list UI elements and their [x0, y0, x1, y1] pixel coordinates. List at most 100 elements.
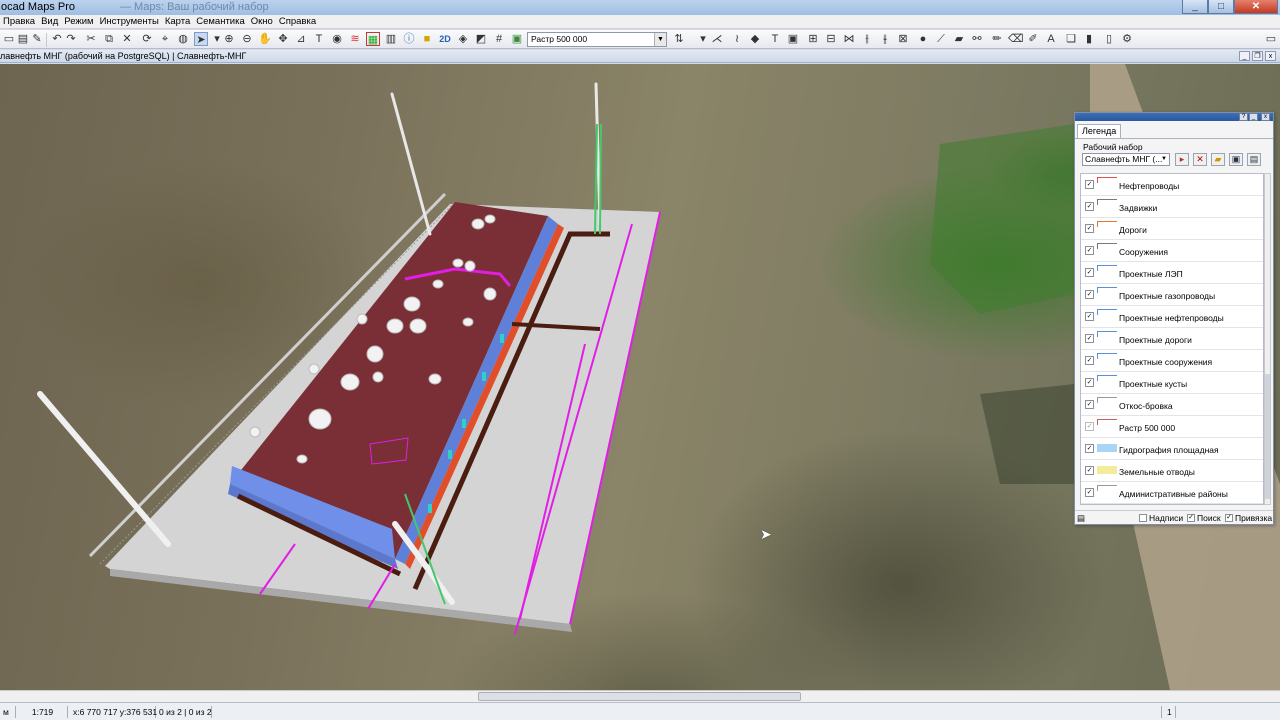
zoom-out-icon[interactable]: ⊖ [240, 32, 254, 46]
eraser-icon[interactable]: ⌫ [1008, 32, 1024, 46]
layer-list[interactable]: ✓ Нефтепроводы ✓ Задвижки ✓ Дороги ✓ Соо… [1080, 173, 1264, 505]
pencil-icon[interactable]: ✏ [990, 32, 1004, 46]
layer-checkbox[interactable]: ✓ [1085, 422, 1094, 431]
trash-icon[interactable]: ▮ [1082, 32, 1096, 46]
cut-icon[interactable]: ✂ [84, 32, 98, 46]
split-icon[interactable]: ⊟ [824, 32, 838, 46]
info-icon[interactable]: ⓘ [402, 32, 416, 46]
layer-item[interactable]: ✓ Задвижки [1081, 196, 1263, 218]
copy-style-icon[interactable]: ❏ [1064, 32, 1078, 46]
workset-save-as-icon[interactable]: ▤ [1247, 153, 1261, 166]
nav-arrows-icon[interactable]: ⇅ [672, 32, 686, 46]
layer-checkbox[interactable]: ✓ [1085, 224, 1094, 233]
tab-legend[interactable]: Легенда [1077, 124, 1122, 138]
menu-window[interactable]: Окно [248, 16, 276, 27]
menu-map[interactable]: Карта [162, 16, 193, 27]
move-icon[interactable]: ✥ [276, 32, 290, 46]
copy-icon[interactable]: ⧉ [102, 32, 116, 46]
layer-checkbox[interactable]: ✓ [1085, 180, 1094, 189]
tools-icon[interactable]: ✎ [30, 32, 44, 46]
workset-save-icon[interactable]: ▣ [1229, 153, 1243, 166]
brush-icon[interactable]: ✐ [1026, 32, 1040, 46]
panel-icon[interactable]: ▯ [1102, 32, 1116, 46]
workset-open-icon[interactable]: ▰ [1211, 153, 1225, 166]
legend-close-button[interactable]: x [1261, 113, 1270, 121]
redo-icon[interactable]: ↷ [64, 32, 78, 46]
folder-icon[interactable]: ■ [420, 32, 434, 46]
map-minimize-button[interactable]: _ [1239, 51, 1250, 61]
zoom-in-icon[interactable]: ⊕ [222, 32, 236, 46]
split-h-icon[interactable]: ⫲ [860, 32, 874, 46]
legend-menu-icon[interactable]: ▤ [1077, 513, 1085, 524]
text-tool-icon[interactable]: T [768, 32, 782, 46]
settings-icon[interactable]: ⚙ [1120, 32, 1134, 46]
layer-item[interactable]: ✓ Проектные сооружения [1081, 350, 1263, 372]
menu-help[interactable]: Справка [276, 16, 319, 27]
menu-view[interactable]: Вид [38, 16, 61, 27]
globe-icon[interactable]: ◍ [176, 32, 190, 46]
legend-icon[interactable]: ▦ [366, 32, 380, 46]
map-close-button[interactable]: x [1265, 51, 1276, 61]
select-arrow-icon[interactable]: ➤ [194, 32, 208, 46]
view-3d-icon[interactable]: ◈ [456, 32, 470, 46]
layer-item[interactable]: ✓ Сооружения [1081, 240, 1263, 262]
status-scale[interactable]: 1:719 [18, 706, 68, 718]
layer-checkbox[interactable]: ✓ [1085, 378, 1094, 387]
layer-checkbox[interactable]: ✓ [1085, 444, 1094, 453]
map-restore-button[interactable]: ❐ [1252, 51, 1263, 61]
layer-checkbox[interactable]: ✓ [1085, 312, 1094, 321]
workset-delete-icon[interactable]: ✕ [1193, 153, 1207, 166]
layer-item[interactable]: ✓ Проектные газопроводы [1081, 284, 1263, 306]
view-2d-icon[interactable]: 2D [438, 32, 452, 46]
layer-checkbox[interactable]: ✓ [1085, 488, 1094, 497]
refresh-icon[interactable]: ⟳ [140, 32, 154, 46]
search-checkbox[interactable]: ✓ Поиск [1187, 513, 1221, 523]
layer-checkbox[interactable]: ✓ [1085, 334, 1094, 343]
layer-checkbox[interactable]: ✓ [1085, 400, 1094, 409]
map-horizontal-scrollbar[interactable] [0, 690, 1280, 702]
layer-checkbox[interactable]: ✓ [1085, 290, 1094, 299]
semantic-icon[interactable]: A [1044, 32, 1058, 46]
fit-icon[interactable]: ⌖ [158, 32, 172, 46]
table-icon[interactable]: ▥ [384, 32, 398, 46]
undo-icon[interactable]: ↶ [50, 32, 64, 46]
layer-item[interactable]: ✓ Растр 500 000 [1081, 416, 1263, 438]
layer-item[interactable]: ✓ Откос-бровка [1081, 394, 1263, 416]
layer-checkbox[interactable]: ✓ [1085, 268, 1094, 277]
frame-icon[interactable]: ▣ [786, 32, 800, 46]
text-icon[interactable]: T [312, 32, 326, 46]
layer-item[interactable]: ✓ Гидрография площадная [1081, 438, 1263, 460]
menu-edit[interactable]: Правка [0, 16, 38, 27]
layer-checkbox[interactable]: ✓ [1085, 246, 1094, 255]
layer-item[interactable]: ✓ Нефтепроводы [1081, 174, 1263, 196]
trace-icon[interactable]: ≀ [730, 32, 744, 46]
menu-mode[interactable]: Режим [61, 16, 96, 27]
layer-list-scrollbar[interactable] [1264, 173, 1271, 505]
layer-checkbox[interactable]: ✓ [1085, 466, 1094, 475]
legend-help-button[interactable]: ? [1239, 113, 1248, 121]
raster-scale-select[interactable]: Растр 500 000 ▼ [527, 32, 667, 47]
stretch-icon[interactable]: ⊞ [806, 32, 820, 46]
scrollbar-thumb[interactable] [1265, 374, 1270, 499]
pan-hand-icon[interactable]: ✋ [258, 32, 272, 46]
layer-item[interactable]: ✓ Проектные дороги [1081, 328, 1263, 350]
scrollbar-thumb[interactable] [478, 692, 801, 701]
connect-icon[interactable]: ⚯ [970, 32, 984, 46]
cut-line-icon[interactable]: ⊠ [896, 32, 910, 46]
layer-item[interactable]: ✓ Административные районы [1081, 482, 1263, 504]
layers-icon[interactable]: ≋ [348, 32, 362, 46]
dropdown-icon[interactable]: ▾ [696, 32, 710, 46]
labels-checkbox[interactable]: Надписи [1139, 513, 1183, 523]
split-v-icon[interactable]: ⫳ [878, 32, 892, 46]
fill-icon[interactable]: ◆ [748, 32, 762, 46]
polygon-icon[interactable]: ▰ [952, 32, 966, 46]
layer-item[interactable]: ✓ Проектные нефтепроводы [1081, 306, 1263, 328]
menu-tools[interactable]: Инструменты [97, 16, 162, 27]
grid-icon[interactable]: # [492, 32, 506, 46]
workset-apply-icon[interactable]: ▸ [1175, 153, 1189, 166]
layer-item[interactable]: ✓ Земельные отводы [1081, 460, 1263, 482]
maximize-button[interactable]: □ [1208, 0, 1234, 14]
close-button[interactable]: ✕ [1234, 0, 1278, 14]
delete-icon[interactable]: ✕ [120, 32, 134, 46]
layer-item[interactable]: ✓ Дороги [1081, 218, 1263, 240]
